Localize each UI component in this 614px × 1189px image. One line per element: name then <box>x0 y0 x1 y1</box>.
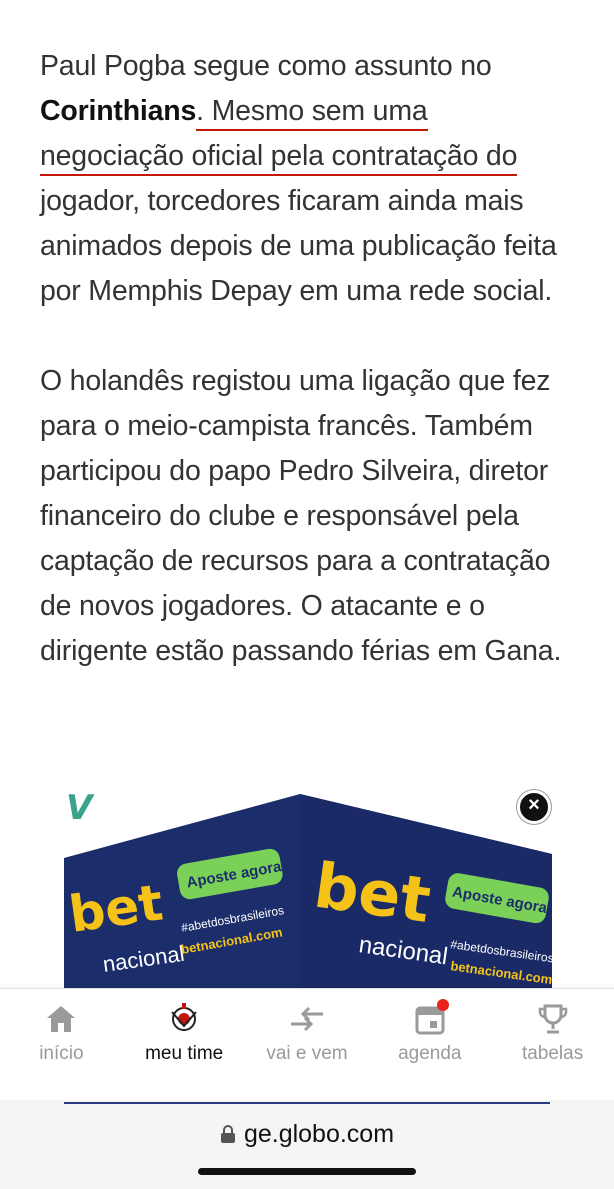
ad-close-icon[interactable]: × <box>517 790 551 824</box>
lock-icon <box>220 1122 236 1151</box>
home-icon <box>0 1001 122 1037</box>
tab-inicio[interactable]: início <box>0 989 122 1065</box>
corinthians-crest-icon <box>123 1001 245 1037</box>
tab-label: tabelas <box>521 1043 584 1064</box>
tab-label: vai e vem <box>266 1043 348 1064</box>
tab-label: início <box>39 1043 84 1064</box>
tab-meu-time[interactable]: meu time <box>123 989 245 1065</box>
article-body: Paul Pogba segue como assunto no Corinth… <box>40 44 588 719</box>
browser-address-bar[interactable]: ge.globo.com <box>0 1100 614 1189</box>
paragraph-text-continued: jogador, torcedores ficaram ainda mais a… <box>40 185 557 307</box>
transfer-arrows-icon <box>246 1001 368 1037</box>
calendar-icon <box>369 1001 491 1037</box>
trophy-icon <box>492 1001 614 1037</box>
bold-team-name: Corinthians <box>40 95 197 127</box>
tab-agenda[interactable]: agenda <box>369 989 491 1065</box>
link-text-part-2[interactable]: negociação oficial pela contratação do <box>40 140 517 176</box>
tab-tabelas[interactable]: tabelas <box>492 989 614 1065</box>
bottom-tab-bar: início meu time vai e vem agenda tabelas <box>0 988 614 1101</box>
paragraph-text: Paul Pogba segue como assunto no <box>40 50 492 82</box>
url-display[interactable]: ge.globo.com <box>0 1120 614 1151</box>
ad-network-logo[interactable]: V <box>66 788 92 828</box>
url-text[interactable]: ge.globo.com <box>244 1120 394 1148</box>
article-paragraph-2: O holandês registou uma ligação que fez … <box>40 365 562 667</box>
link-text-part-1[interactable]: . Mesmo sem uma <box>196 95 428 131</box>
content-peek-divider <box>64 1102 550 1104</box>
tab-label: meu time <box>145 1043 224 1064</box>
home-indicator[interactable] <box>198 1168 416 1175</box>
notification-badge <box>436 999 449 1011</box>
tab-label: agenda <box>398 1043 462 1064</box>
tab-vai-e-vem[interactable]: vai e vem <box>246 989 368 1065</box>
article-paragraph-1: Paul Pogba segue como assunto no Corinth… <box>40 44 588 314</box>
